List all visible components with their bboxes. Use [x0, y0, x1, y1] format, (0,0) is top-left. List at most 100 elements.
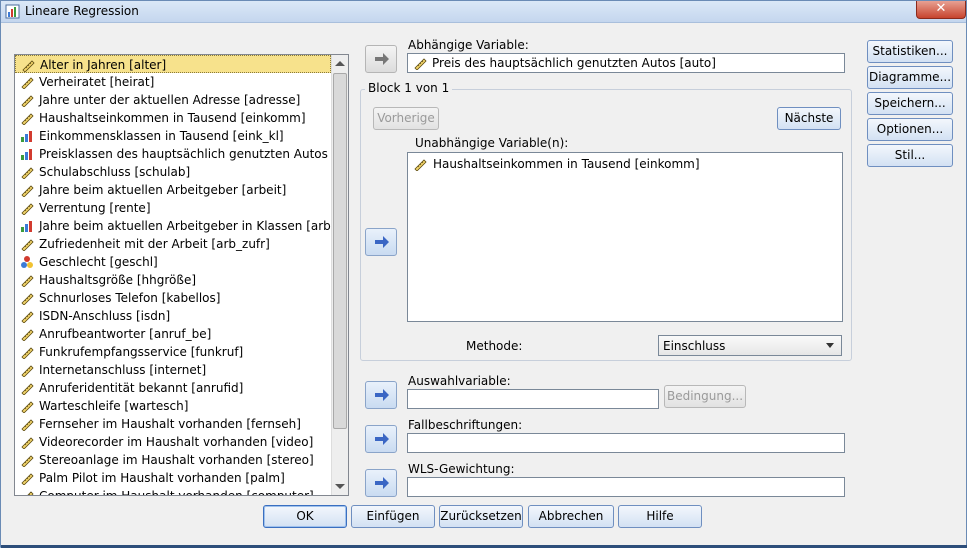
window-title: Lineare Regression — [25, 4, 139, 18]
list-item[interactable]: Zufriedenheit mit der Arbeit [arb_zufr] — [15, 235, 331, 253]
move-dependent-button[interactable] — [365, 45, 397, 73]
chevron-down-icon — [826, 343, 834, 348]
list-item[interactable]: Anruferidentität bekannt [anrufid] — [15, 379, 331, 397]
scale-icon — [21, 293, 34, 305]
scale-icon — [21, 95, 34, 107]
case-labels-field[interactable] — [407, 433, 845, 453]
scroll-thumb[interactable] — [333, 73, 347, 429]
list-item[interactable]: Jahre beim aktuellen Arbeitgeber in Klas… — [15, 217, 331, 235]
list-item-label: Geschlecht [geschl] — [39, 255, 158, 269]
list-item-label: Internetanschluss [internet] — [39, 363, 207, 377]
move-wls-button[interactable] — [365, 469, 397, 497]
list-item-label: Jahre beim aktuellen Arbeitgeber [arbeit… — [39, 183, 287, 197]
list-item[interactable]: Preisklassen des hauptsächlich genutzten… — [15, 145, 331, 163]
scale-icon — [21, 311, 34, 323]
list-item-label: Warteschleife [wartesch] — [39, 399, 189, 413]
list-item[interactable]: Verheiratet [heirat] — [15, 73, 331, 91]
list-item-label: Jahre unter der aktuellen Adresse [adres… — [39, 93, 301, 107]
scale-icon — [21, 383, 34, 395]
list-item[interactable]: Alter in Jahren [alter] — [15, 55, 331, 73]
list-item[interactable]: Haushaltsgröße [hhgröße] — [15, 271, 331, 289]
list-item[interactable]: Anrufbeantworter [anruf_be] — [15, 325, 331, 343]
scroll-up-icon[interactable] — [335, 61, 345, 66]
scale-icon — [21, 203, 34, 215]
list-item-label: Haushaltseinkommen in Tausend [einkomm] — [39, 111, 306, 125]
dialog-window: Lineare Regression ✕ Alter in Jahren [al… — [0, 0, 967, 548]
dependent-field[interactable]: Preis des hauptsächlich genutzten Autos … — [407, 53, 845, 73]
dependent-value: Preis des hauptsächlich genutzten Autos … — [432, 56, 716, 70]
title-bar[interactable]: Lineare Regression ✕ — [1, 1, 966, 23]
list-item-label: Stereoanlage im Haushalt vorhanden [ster… — [39, 453, 314, 467]
scale-icon — [21, 239, 34, 251]
list-item[interactable]: Verrentung [rente] — [15, 199, 331, 217]
plots-button[interactable]: Diagramme... — [867, 66, 953, 89]
scale-icon — [21, 167, 34, 179]
list-item[interactable]: Jahre beim aktuellen Arbeitgeber [arbeit… — [15, 181, 331, 199]
close-button[interactable]: ✕ — [916, 1, 966, 19]
scale-icon — [22, 60, 35, 72]
list-item[interactable]: Schnurloses Telefon [kabellos] — [15, 289, 331, 307]
source-variable-list[interactable]: Alter in Jahren [alter] Verheiratet [heir… — [14, 54, 349, 496]
list-item[interactable]: Jahre unter der aktuellen Adresse [adres… — [15, 91, 331, 109]
condition-button[interactable]: Bedingung... — [664, 385, 746, 408]
list-item[interactable]: Internetanschluss [internet] — [15, 361, 331, 379]
list-item[interactable]: Einkommensklassen in Tausend [eink_kl] — [15, 127, 331, 145]
scale-icon — [414, 58, 427, 70]
scale-icon — [21, 473, 34, 485]
options-button[interactable]: Optionen... — [867, 118, 953, 141]
scale-icon — [21, 401, 34, 413]
move-case-labels-button[interactable] — [365, 425, 397, 453]
scale-icon — [21, 185, 34, 197]
list-item[interactable]: Geschlecht [geschl] — [15, 253, 331, 271]
list-item-label: Fernseher im Haushalt vorhanden [fernseh… — [39, 417, 301, 431]
list-item[interactable]: Schulabschluss [schulab] — [15, 163, 331, 181]
list-item-label: Funkrufempfangsservice [funkruf] — [39, 345, 244, 359]
wls-field[interactable] — [407, 477, 845, 497]
scale-icon — [21, 329, 34, 341]
list-item-label: Palm Pilot im Haushalt vorhanden [palm] — [39, 471, 285, 485]
list-item[interactable]: Videorecorder im Haushalt vorhanden [vid… — [15, 433, 331, 451]
list-item[interactable]: Stereoanlage im Haushalt vorhanden [ster… — [15, 451, 331, 469]
list-item[interactable]: Haushaltseinkommen in Tausend [einkomm] — [15, 109, 331, 127]
ordinal-icon — [21, 131, 32, 142]
move-selection-button[interactable] — [365, 381, 397, 409]
method-value: Einschluss — [663, 339, 726, 353]
list-item-label: Zufriedenheit mit der Arbeit [arb_zufr] — [39, 237, 270, 251]
list-scrollbar[interactable] — [331, 55, 348, 495]
list-item[interactable]: Haushaltseinkommen in Tausend [einkomm] — [408, 155, 700, 173]
list-item[interactable]: Fernseher im Haushalt vorhanden [fernseh… — [15, 415, 331, 433]
ok-button[interactable]: OK — [263, 505, 347, 528]
wls-label: WLS-Gewichtung: — [408, 462, 515, 476]
list-item[interactable]: Palm Pilot im Haushalt vorhanden [palm] — [15, 469, 331, 487]
previous-button[interactable]: Vorherige — [373, 107, 439, 130]
paste-button[interactable]: Einfügen — [351, 505, 435, 528]
arrow-right-icon — [375, 389, 389, 401]
move-independent-button[interactable] — [365, 228, 397, 256]
independent-variable-list[interactable]: Haushaltseinkommen in Tausend [einkomm] — [407, 152, 843, 322]
list-item[interactable]: Funkrufempfangsservice [funkruf] — [15, 343, 331, 361]
scroll-down-icon[interactable] — [335, 484, 345, 489]
dependent-label: Abhängige Variable: — [408, 38, 529, 52]
source-variable-items: Alter in Jahren [alter] Verheiratet [heir… — [15, 55, 348, 495]
save-button[interactable]: Speichern... — [867, 92, 953, 115]
scale-icon — [21, 347, 34, 359]
scale-icon — [414, 159, 427, 171]
scale-icon — [21, 455, 34, 467]
list-item[interactable]: Computer im Haushalt vorhanden [computer… — [15, 487, 331, 495]
method-select[interactable]: Einschluss — [658, 335, 842, 356]
statistics-button[interactable]: Statistiken... — [867, 40, 953, 63]
list-item[interactable]: Warteschleife [wartesch] — [15, 397, 331, 415]
scale-icon — [21, 113, 34, 125]
scale-icon — [21, 365, 34, 377]
style-button[interactable]: Stil... — [867, 144, 953, 167]
reset-button[interactable]: Zurücksetzen — [439, 505, 523, 528]
list-item-label: Jahre beim aktuellen Arbeitgeber in Klas… — [39, 219, 331, 233]
next-button[interactable]: Nächste — [777, 107, 841, 130]
independent-item-label: Haushaltseinkommen in Tausend [einkomm] — [433, 157, 700, 171]
selection-field[interactable] — [407, 389, 659, 409]
scale-icon — [21, 437, 34, 449]
list-item[interactable]: ISDN-Anschluss [isdn] — [15, 307, 331, 325]
cancel-button[interactable]: Abbrechen — [528, 505, 614, 528]
help-button[interactable]: Hilfe — [618, 505, 702, 528]
nominal-icon — [21, 256, 33, 268]
